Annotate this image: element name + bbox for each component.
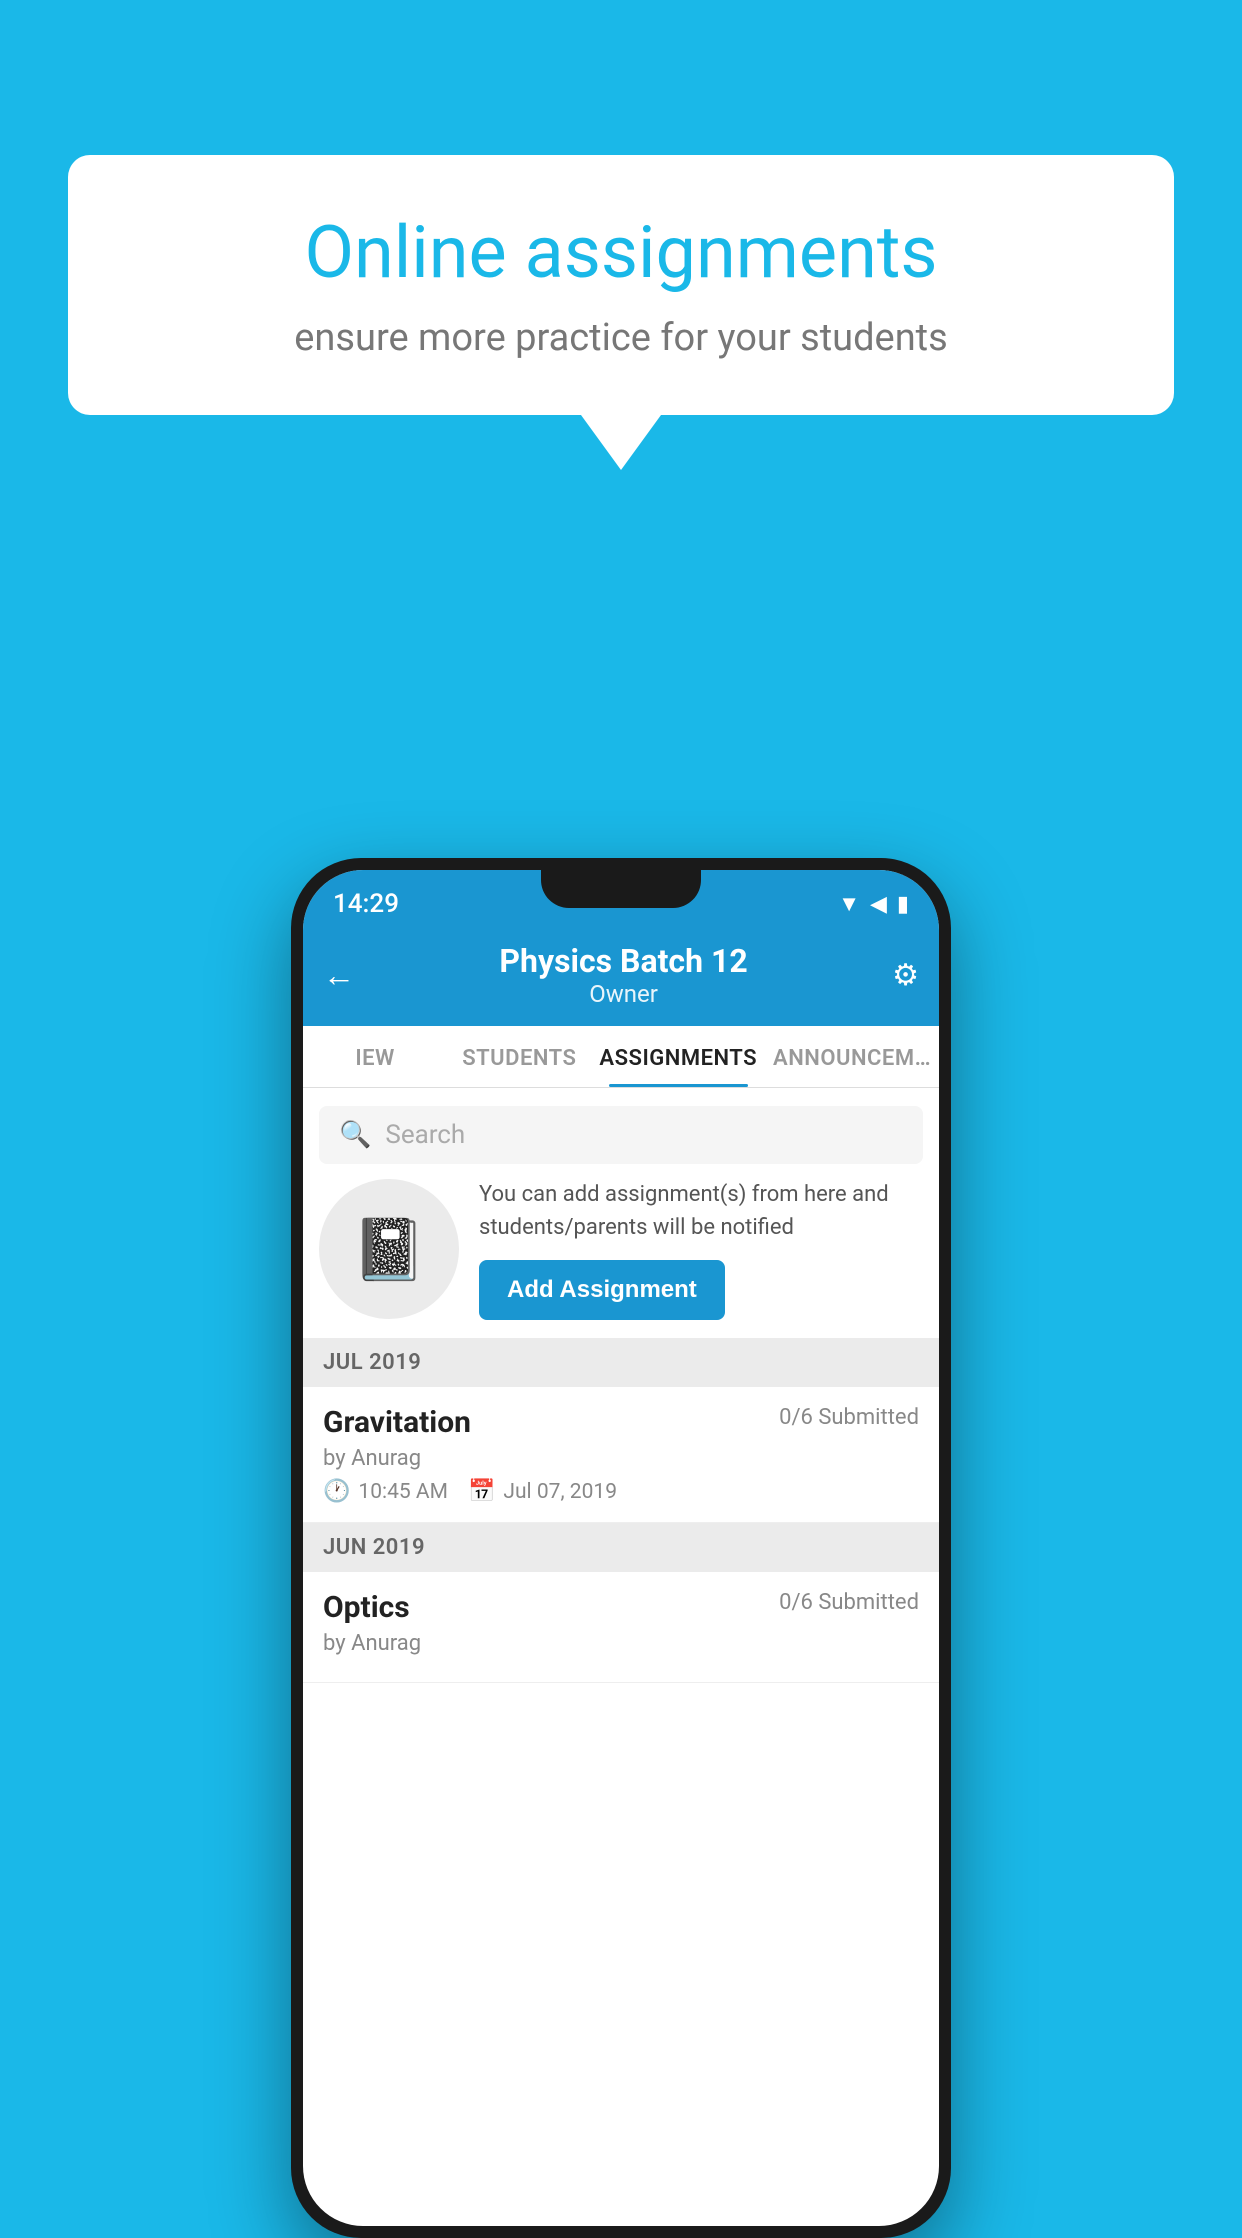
calendar-icon: 📅 <box>468 1479 495 1504</box>
notebook-icon: 📓 <box>352 1214 427 1285</box>
tab-assignments[interactable]: ASSIGNMENTS <box>591 1026 765 1087</box>
assignment-submitted-optics: 0/6 Submitted <box>779 1590 919 1615</box>
batch-subtitle: Owner <box>499 980 747 1008</box>
section-header-jun: JUN 2019 <box>303 1523 939 1572</box>
batch-title: Physics Batch 12 <box>499 942 747 980</box>
speech-bubble-container: Online assignments ensure more practice … <box>68 155 1174 470</box>
app-header: ← Physics Batch 12 Owner ⚙ <box>303 928 939 1026</box>
assignment-item-gravitation[interactable]: Gravitation 0/6 Submitted by Anurag 🕐 10… <box>303 1387 939 1523</box>
tab-announcements[interactable]: ANNOUNCEM… <box>765 1026 939 1087</box>
search-placeholder: Search <box>385 1120 465 1150</box>
status-time: 14:29 <box>333 889 399 919</box>
wifi-icon: ▼ <box>838 891 860 917</box>
search-icon: 🔍 <box>339 1120 371 1150</box>
assignment-title: Gravitation <box>323 1405 471 1440</box>
status-icons: ▼ ◀ ▮ <box>838 891 909 917</box>
assignment-title-optics: Optics <box>323 1590 410 1625</box>
assignment-date: 📅 Jul 07, 2019 <box>468 1479 617 1504</box>
speech-bubble-subtitle: ensure more practice for your students <box>128 316 1114 360</box>
assignment-top-row: Gravitation 0/6 Submitted <box>323 1405 919 1440</box>
phone-frame: 14:29 ▼ ◀ ▮ ← Physics Batch 12 Owner ⚙ I… <box>291 858 951 2238</box>
assignment-submitted: 0/6 Submitted <box>779 1405 919 1430</box>
add-assignment-promo: 📓 You can add assignment(s) from here an… <box>319 1178 923 1320</box>
header-title-block: Physics Batch 12 Owner <box>499 942 747 1008</box>
speech-bubble-pointer <box>581 415 661 470</box>
promo-content: You can add assignment(s) from here and … <box>479 1178 923 1320</box>
tab-students[interactable]: STUDENTS <box>447 1026 591 1087</box>
search-bar[interactable]: 🔍 Search <box>319 1106 923 1164</box>
add-assignment-button[interactable]: Add Assignment <box>479 1260 725 1320</box>
assignment-author: by Anurag <box>323 1446 919 1471</box>
promo-text: You can add assignment(s) from here and … <box>479 1178 923 1244</box>
promo-icon-circle: 📓 <box>319 1179 459 1319</box>
clock-icon: 🕐 <box>323 1479 350 1504</box>
phone-notch <box>541 870 701 908</box>
assignment-item-optics[interactable]: Optics 0/6 Submitted by Anurag <box>303 1572 939 1683</box>
signal-icon: ◀ <box>870 892 887 917</box>
section-header-jul: JUL 2019 <box>303 1338 939 1387</box>
speech-bubble-title: Online assignments <box>128 210 1114 296</box>
battery-icon: ▮ <box>897 892 909 917</box>
tabs-bar: IEW STUDENTS ASSIGNMENTS ANNOUNCEM… <box>303 1026 939 1088</box>
back-button[interactable]: ← <box>323 956 355 994</box>
speech-bubble: Online assignments ensure more practice … <box>68 155 1174 415</box>
assignment-time: 🕐 10:45 AM <box>323 1479 448 1504</box>
phone-inner: 14:29 ▼ ◀ ▮ ← Physics Batch 12 Owner ⚙ I… <box>303 870 939 2226</box>
assignment-author-optics: by Anurag <box>323 1631 919 1656</box>
tab-iew[interactable]: IEW <box>303 1026 447 1087</box>
assignment-top-row-optics: Optics 0/6 Submitted <box>323 1590 919 1625</box>
assignment-meta: 🕐 10:45 AM 📅 Jul 07, 2019 <box>323 1479 919 1504</box>
settings-icon[interactable]: ⚙ <box>892 958 919 993</box>
